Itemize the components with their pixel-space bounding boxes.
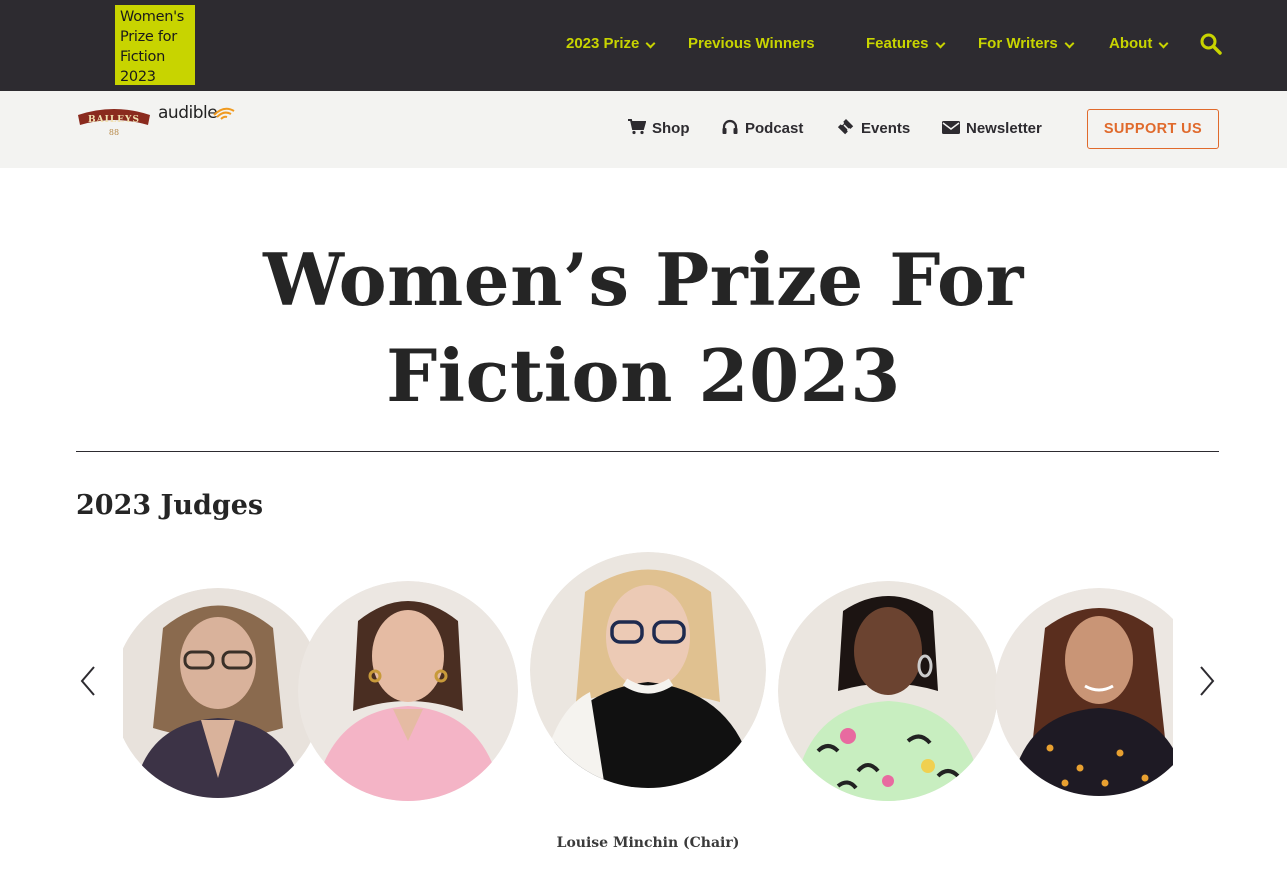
logo-line-1: Women's [120,9,185,25]
audible-wave-icon [213,107,235,120]
nav-item-previous-winners[interactable]: Previous Winners [688,30,815,58]
logo-line-4: 2023 [120,69,156,85]
judge-photo[interactable] [995,588,1173,796]
ticket-icon [837,119,854,135]
podcast-link[interactable]: Podcast [721,119,803,139]
judge-caption: Louise Minchin (Chair) [556,835,740,851]
nav-label: 2023 Prize [566,35,640,52]
carousel-prev-arrow-icon[interactable] [78,665,98,697]
judge-photo-chair[interactable] [530,552,766,788]
nav-item-about[interactable]: About [1109,30,1169,58]
nav-label: For Writers [978,35,1058,52]
logo-line-2: Prize for [120,29,177,45]
chevron-down-icon [1158,38,1169,49]
prize-logo[interactable]: Women's Prize for Fiction 2023 [115,5,195,85]
support-us-button[interactable]: SUPPORT US [1087,109,1219,149]
shop-label: Shop [652,120,690,137]
judge-photo[interactable] [123,588,323,798]
svg-text:88: 88 [109,128,119,137]
events-link[interactable]: Events [837,119,910,139]
judge-photo[interactable] [298,581,518,801]
headphones-icon [722,119,738,134]
chevron-down-icon [645,38,656,49]
shop-link[interactable]: Shop [628,119,690,139]
carousel-next-arrow-icon[interactable] [1197,665,1217,697]
newsletter-link[interactable]: Newsletter [942,119,1042,139]
nav-label: About [1109,35,1153,52]
page-title-line-1: Women’s Prize For [263,237,1024,322]
top-navigation-bar: Women's Prize for Fiction 2023 2023 Priz… [0,0,1287,91]
baileys-logo[interactable]: BAILEYS 88 [76,101,152,137]
logo-line-3: Fiction [120,49,165,65]
page-title-line-2: Fiction 2023 [386,333,901,418]
nav-label: Previous Winners [688,35,815,52]
nav-item-features[interactable]: Features [866,30,945,58]
svg-text:BAILEYS: BAILEYS [88,115,140,125]
nav-label: Features [866,35,929,52]
newsletter-label: Newsletter [966,120,1042,137]
judge-photo[interactable] [778,581,998,801]
nav-item-for-writers[interactable]: For Writers [978,30,1075,58]
judges-heading: 2023 Judges [76,490,264,521]
search-icon[interactable] [1199,32,1223,56]
envelope-icon [942,121,960,134]
audible-logo-text[interactable]: audible [158,103,218,123]
secondary-bar: BAILEYS 88 audible Shop Podcast Events N… [0,91,1287,168]
divider [76,451,1219,452]
nav-item-2023-prize[interactable]: 2023 Prize [566,30,656,58]
cart-icon [628,119,646,135]
page-title: Women’s Prize For Fiction 2023 [0,232,1287,424]
judges-carousel [123,548,1173,808]
podcast-label: Podcast [745,120,804,137]
events-label: Events [861,120,911,137]
chevron-down-icon [935,38,945,49]
chevron-down-icon [1064,38,1075,49]
